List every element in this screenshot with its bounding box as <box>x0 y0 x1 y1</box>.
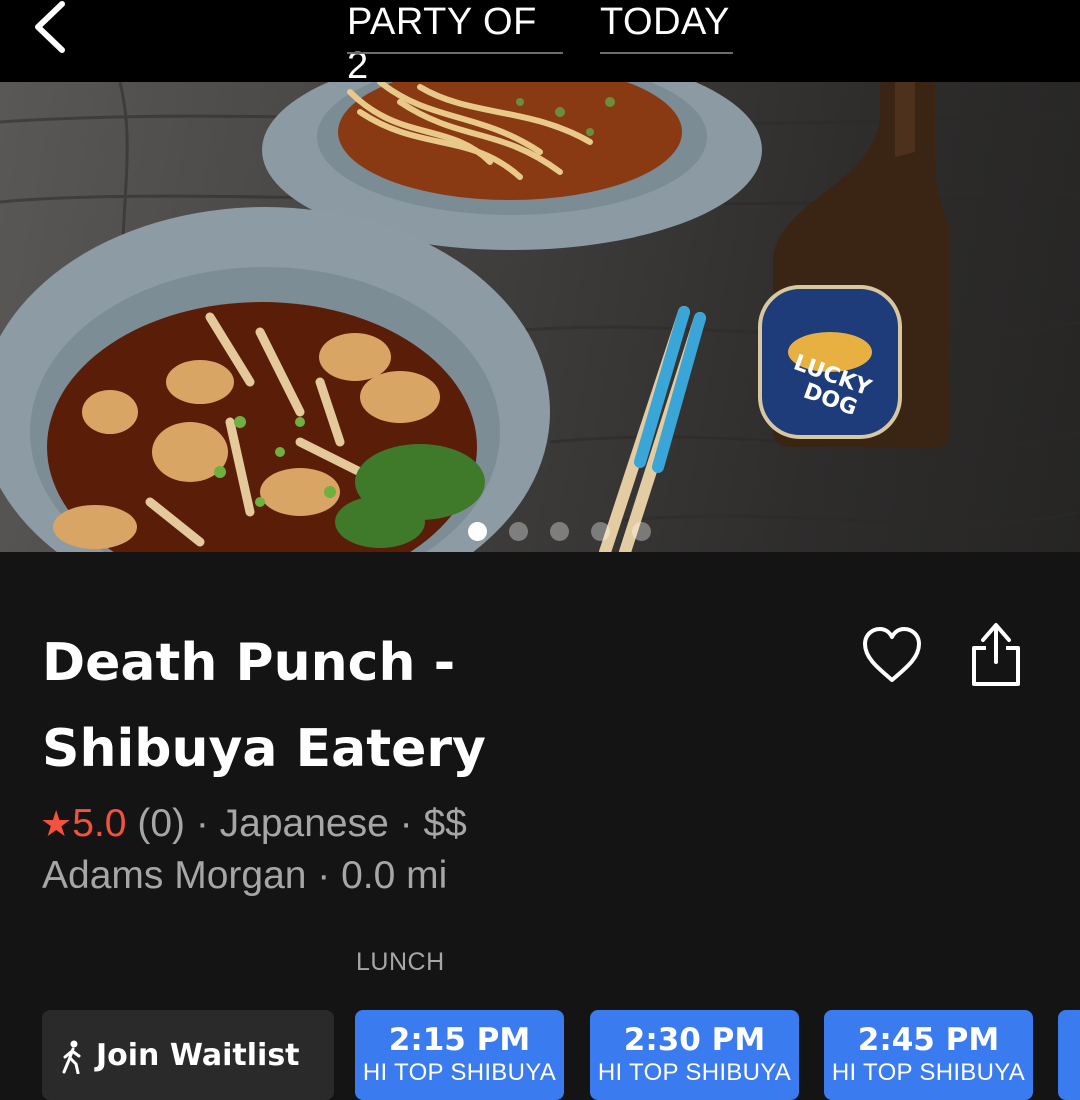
party-size-underline <box>347 52 563 54</box>
time-slot-button[interactable]: 2:30 PM HI TOP SHIBUYA <box>590 1010 799 1100</box>
carousel-dot[interactable] <box>468 522 487 541</box>
date-label: TODAY <box>600 1 730 43</box>
date-underline <box>600 52 733 54</box>
restaurant-name-line1: Death Punch - <box>42 633 456 693</box>
hero-photo-carousel[interactable]: LUCKY DOG <box>0 82 1080 552</box>
date-selector[interactable]: TODAY <box>600 0 733 54</box>
walking-person-icon <box>62 1040 81 1074</box>
rating-value: 5.0 <box>72 802 127 845</box>
slot-time: 2:30 PM <box>623 1022 766 1058</box>
star-icon: ★ <box>40 803 73 844</box>
carousel-dot[interactable] <box>509 522 528 541</box>
carousel-dot[interactable] <box>591 522 610 541</box>
chevron-left-icon <box>35 1 65 53</box>
party-size-selector[interactable]: PARTY OF 2 <box>347 0 563 87</box>
heart-icon <box>863 627 921 682</box>
slot-time: 2:15 PM <box>388 1022 531 1058</box>
carousel-indicator <box>468 522 651 541</box>
rating-cuisine-price: ★5.0 (0) · Japanese · $$ <box>40 800 467 848</box>
food-photo: LUCKY DOG <box>0 82 1080 552</box>
join-waitlist-label: Join Waitlist <box>96 1038 300 1073</box>
back-button[interactable] <box>28 0 78 58</box>
slot-seating: HI TOP SHIBUYA <box>597 1059 792 1086</box>
meal-period-label: LUNCH <box>356 948 445 976</box>
share-icon <box>972 623 1020 686</box>
time-slot-button[interactable]: 2:15 PM HI TOP SHIBUYA <box>355 1010 564 1100</box>
join-waitlist-button[interactable]: Join Waitlist <box>42 1010 334 1100</box>
location-distance: Adams Morgan · 0.0 mi <box>42 854 448 897</box>
slot-seating: HI TOP SHIBUYA <box>831 1059 1026 1086</box>
party-size-label: PARTY OF 2 <box>347 1 537 87</box>
restaurant-name-line2: Shibuya Eatery <box>42 719 486 779</box>
carousel-dot[interactable] <box>550 522 569 541</box>
review-cuisine-price: (0) · Japanese · $$ <box>126 802 467 845</box>
slot-seating: HI TOP SHIBUYA <box>362 1059 557 1086</box>
top-bar: PARTY OF 2 TODAY <box>0 0 1080 87</box>
restaurant-name: Death Punch - Shibuya Eatery <box>42 620 802 792</box>
favorite-button[interactable] <box>860 624 924 686</box>
slot-time: 2:45 PM <box>857 1022 1000 1058</box>
share-button[interactable] <box>966 620 1026 688</box>
time-slot-button-partial[interactable] <box>1058 1010 1080 1100</box>
time-slot-button[interactable]: 2:45 PM HI TOP SHIBUYA <box>824 1010 1033 1100</box>
carousel-dot[interactable] <box>632 522 651 541</box>
